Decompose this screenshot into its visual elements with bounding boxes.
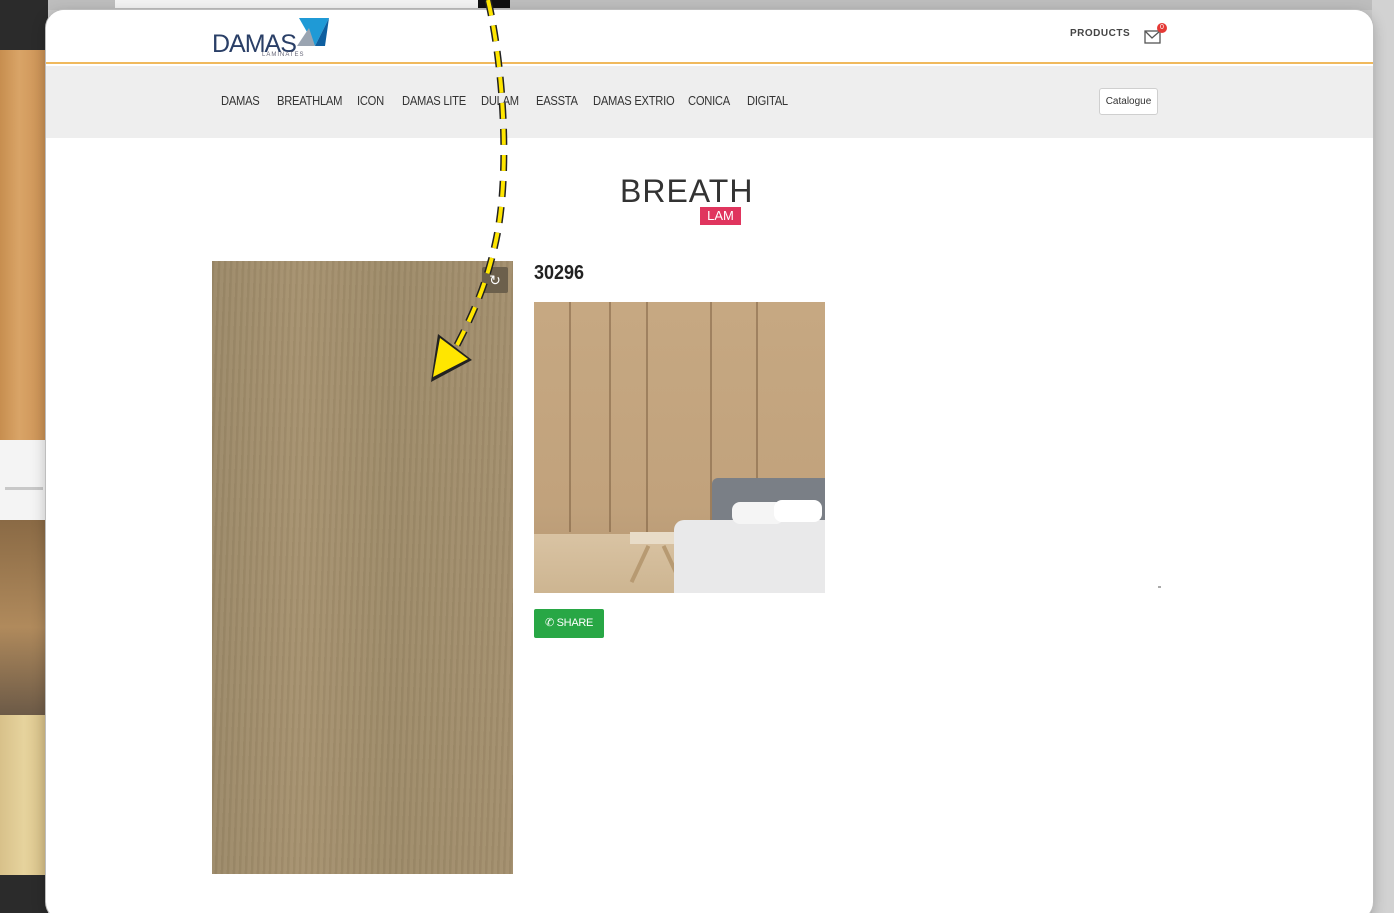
share-button[interactable]: ✆ SHARE	[534, 609, 604, 638]
brand-sub: LAM	[700, 207, 741, 225]
panel-line	[609, 302, 611, 532]
site-header: DAMAS LAMINATES PRODUCTS 0	[46, 10, 1373, 64]
nav-item-dulam[interactable]: DULAM	[481, 93, 519, 108]
background-window-strip	[115, 0, 480, 8]
whatsapp-icon: ✆	[544, 617, 554, 629]
background-right-strip	[1372, 0, 1394, 913]
logo-subtitle: LAMINATES	[262, 52, 305, 58]
logo-triangle-icon	[297, 18, 329, 46]
pillow	[774, 500, 822, 522]
nav-item-damas[interactable]: DAMAS	[221, 93, 260, 108]
panel-line	[569, 302, 571, 532]
nav-item-eassta[interactable]: EASSTA	[536, 93, 578, 108]
background-white-card	[0, 440, 48, 520]
share-label: SHARE	[556, 617, 594, 629]
nav-item-digital[interactable]: DIGITAL	[747, 93, 788, 108]
background-divider	[5, 487, 43, 490]
cart-badge: 0	[1157, 23, 1167, 33]
nav-item-icon[interactable]: ICON	[357, 93, 384, 108]
breathlam-brand-logo: BREATH LAM	[620, 173, 754, 235]
rotate-icon[interactable]: ↻	[482, 267, 508, 293]
nav-item-breathlam[interactable]: BREATHLAM	[277, 93, 342, 108]
browser-window: DAMAS LAMINATES PRODUCTS 0 DAMAS BREATHL…	[46, 10, 1373, 913]
room-preview-image	[534, 302, 825, 593]
background-room-image	[0, 520, 48, 715]
main-nav: DAMAS BREATHLAM ICON DAMAS LITE DULAM EA…	[46, 66, 1373, 138]
nav-item-damas-extrio[interactable]: DAMAS EXTRIO	[593, 93, 675, 108]
bed	[674, 520, 825, 593]
panel-line	[646, 302, 648, 532]
nav-item-conica[interactable]: CONICA	[688, 93, 730, 108]
decorative-dot	[1158, 586, 1161, 588]
catalogue-button[interactable]: Catalogue	[1099, 88, 1158, 115]
cart-button[interactable]: 0	[1143, 23, 1169, 47]
laminate-swatch-image	[212, 261, 513, 874]
background-dark-edge	[478, 0, 510, 8]
background-wood-image-2	[0, 715, 48, 875]
brand-name: BREATH	[620, 173, 754, 209]
products-link[interactable]: PRODUCTS	[1070, 28, 1130, 39]
damas-logo[interactable]: DAMAS LAMINATES	[212, 14, 332, 60]
product-code: 30296	[534, 262, 585, 284]
nav-item-damas-lite[interactable]: DAMAS LITE	[402, 93, 466, 108]
background-wood-image	[0, 50, 48, 440]
